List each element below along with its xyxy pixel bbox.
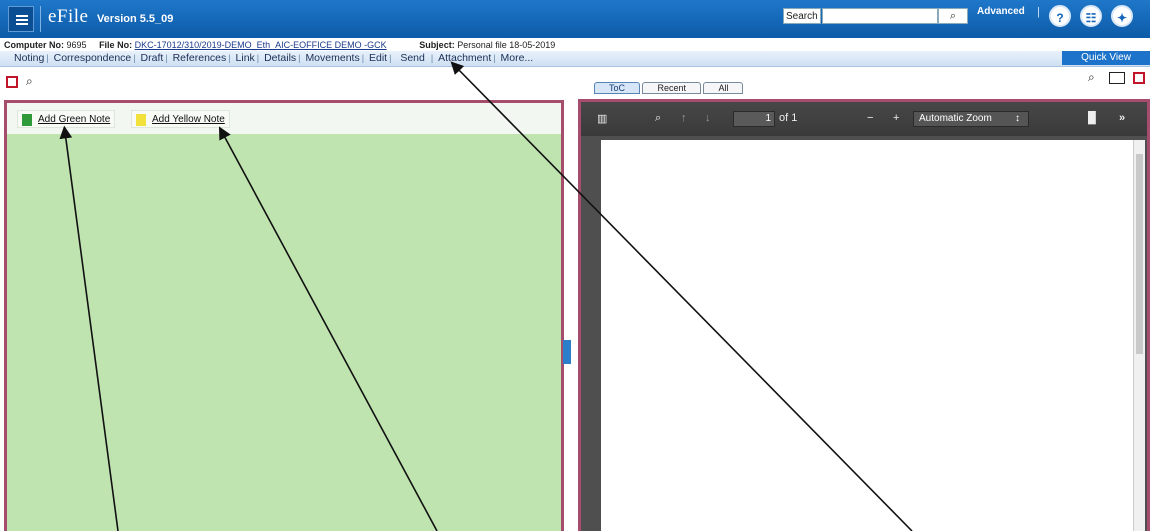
zoom-in-pdf-icon[interactable]: + [893, 112, 899, 124]
file-info-line: Computer No: 9695 File No: DKC-17012/310… [4, 40, 555, 50]
computer-no-value: 9695 [66, 40, 87, 50]
page-number-input[interactable]: 1 [733, 111, 775, 127]
yellow-note-icon [136, 114, 146, 126]
app-version: Version 5.5_09 [96, 13, 174, 25]
computer-no-label: Computer No: [4, 40, 64, 50]
noting-panel: Add Green Note Add Yellow Note [4, 100, 564, 531]
file-no-label: File No: [99, 40, 133, 50]
zoom-value: Automatic Zoom [919, 113, 992, 124]
tab-toc[interactable]: ToC [594, 82, 641, 94]
note-toolbar: Add Green Note Add Yellow Note [7, 103, 561, 134]
pdf-page [601, 140, 1135, 531]
gift-icon[interactable]: ✦ [1111, 5, 1133, 27]
menu-noting[interactable]: Noting [14, 52, 44, 64]
app-brand: eFile Version 5.5_09 [40, 6, 173, 32]
menu-movements[interactable]: Movements [305, 52, 359, 64]
app-name: eFile [48, 6, 89, 27]
menu-link[interactable]: Link [236, 52, 255, 64]
search-input[interactable] [822, 8, 938, 24]
export-right-icon[interactable] [1133, 72, 1145, 84]
columns-icon[interactable] [1109, 72, 1125, 84]
page-count: of 1 [779, 112, 798, 124]
menu-edit[interactable]: Edit [369, 52, 387, 64]
document-icon[interactable]: ☷ [1080, 5, 1102, 27]
tab-recent[interactable]: Recent [642, 82, 701, 94]
find-icon[interactable]: ⌕ [655, 112, 661, 125]
hamburger-menu-icon[interactable] [8, 6, 34, 32]
select-arrow-icon: ↕ [1015, 113, 1020, 124]
pdf-scrollbar[interactable] [1133, 140, 1145, 531]
search-icon[interactable]: ⌕ [938, 8, 968, 24]
zoom-in-icon[interactable]: ⌕ [26, 74, 33, 89]
tab-all[interactable]: All [703, 82, 744, 94]
subject-label: Subject: [419, 40, 455, 50]
pdf-viewer-panel: ▥ ⌕ ↑ ↓ 1 of 1 − + Automatic Zoom ↕ █ » [578, 99, 1150, 531]
bookmark-icon[interactable]: █ [1088, 112, 1096, 124]
pdf-toolbar: ▥ ⌕ ↑ ↓ 1 of 1 − + Automatic Zoom ↕ █ » [581, 102, 1147, 136]
scroll-thumb[interactable] [1136, 154, 1143, 354]
export-icon[interactable] [6, 76, 18, 88]
green-note-icon [22, 114, 32, 126]
menu-references[interactable]: References [173, 52, 227, 64]
panel-resize-handle[interactable] [563, 340, 571, 364]
header-separator: | [1037, 6, 1040, 18]
tools-chevron-icon[interactable]: » [1119, 112, 1125, 124]
menu-send[interactable]: Send [400, 52, 425, 64]
add-green-note-label: Add Green Note [38, 114, 111, 125]
add-yellow-note-label: Add Yellow Note [152, 114, 225, 125]
search-label: Search [783, 8, 821, 24]
menu-draft[interactable]: Draft [141, 52, 164, 64]
menu-details[interactable]: Details [264, 52, 296, 64]
add-yellow-note-button[interactable]: Add Yellow Note [131, 110, 230, 128]
menu-attachment[interactable]: Attachment [438, 52, 491, 64]
sidebar-toggle-icon[interactable]: ▥ [597, 112, 607, 125]
add-green-note-button[interactable]: Add Green Note [17, 110, 116, 128]
quick-view-button[interactable]: Quick View [1062, 51, 1150, 65]
zoom-select[interactable]: Automatic Zoom ↕ [913, 111, 1029, 127]
previous-page-icon[interactable]: ↑ [681, 112, 687, 124]
document-tabs: ToC Recent All [594, 78, 744, 96]
next-page-icon[interactable]: ↓ [705, 112, 711, 124]
zoom-out-icon[interactable]: − [867, 112, 873, 124]
file-menu-bar: Noting | Correspondence | Draft | Reference… [0, 51, 1150, 67]
subject-value: Personal file 18-05-2019 [457, 40, 556, 50]
top-header: eFile Version 5.5_09 Search ⌕ Advanced |… [0, 0, 1150, 38]
zoom-in-right-icon[interactable]: ⌕ [1088, 70, 1095, 85]
menu-more[interactable]: More... [501, 52, 534, 64]
advanced-search-link[interactable]: Advanced [977, 6, 1025, 17]
file-no-link[interactable]: DKC-17012/310/2019-DEMO_Eth_AIC-EOFFICE … [135, 40, 387, 50]
help-icon[interactable]: ? [1049, 5, 1071, 27]
menu-correspondence[interactable]: Correspondence [54, 52, 132, 64]
